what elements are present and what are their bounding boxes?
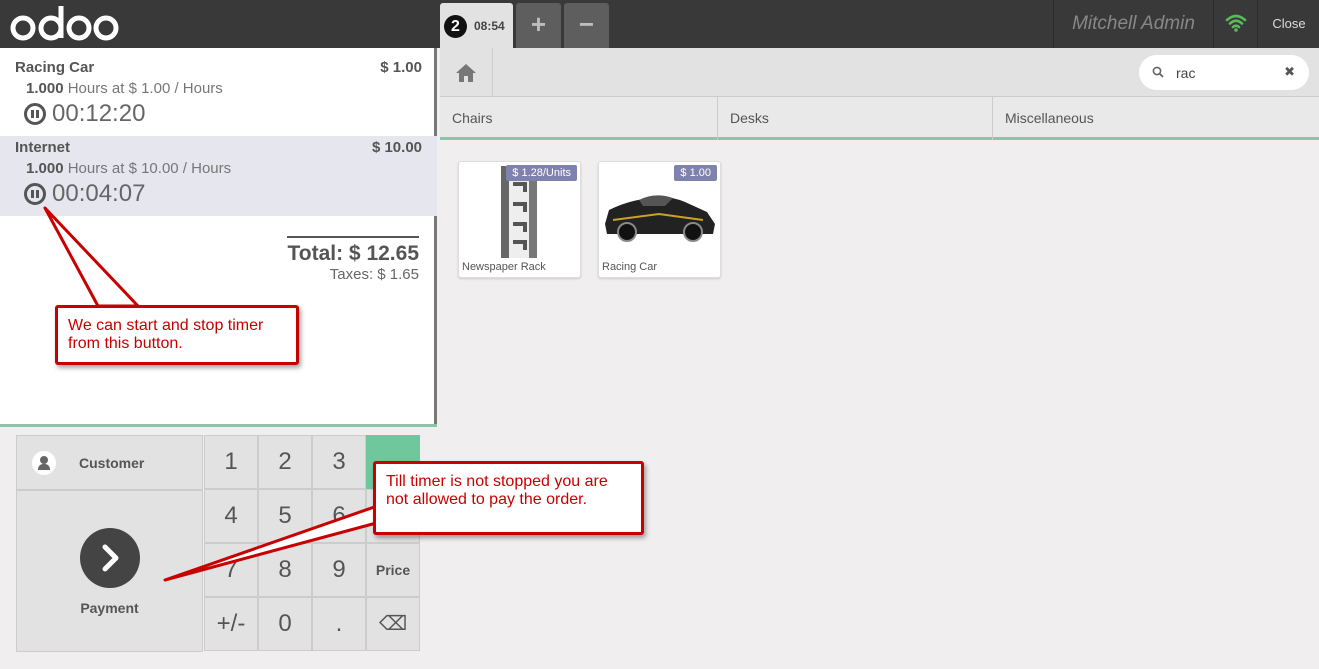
annotation-timer-note: We can start and stop timer from this bu…	[55, 305, 299, 365]
annotation-payment-note: Till timer is not stopped you are not al…	[373, 461, 644, 535]
annotation-payment-text: Till timer is not stopped you are not al…	[386, 473, 608, 508]
annotation-timer-text: We can start and stop timer from this bu…	[68, 317, 264, 352]
